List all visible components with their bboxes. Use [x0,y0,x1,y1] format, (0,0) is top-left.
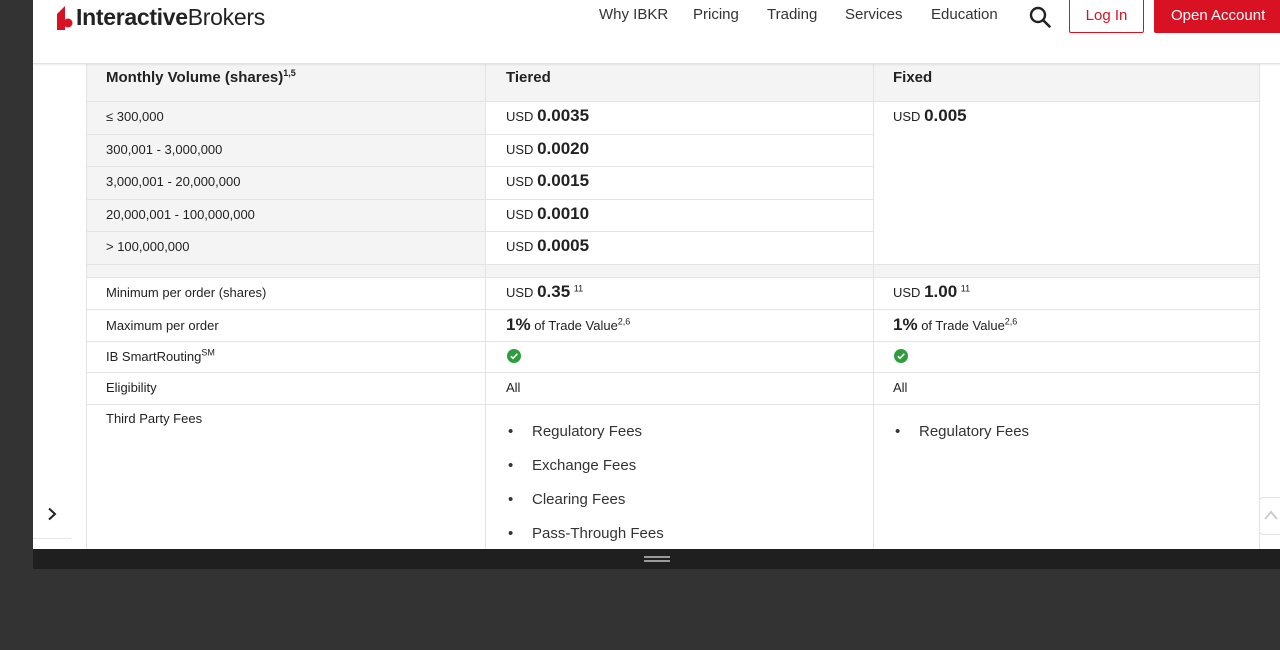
nav-services[interactable]: Services [845,6,903,28]
header-monthly-volume: Monthly Volume (shares)1,5 [106,68,296,87]
fixed-eligibility: All [893,380,908,395]
tiered-maximum: 1% of Trade Value2,6 [506,315,631,334]
smartrouting-label: IB SmartRoutingSM [106,347,215,364]
open-account-button[interactable]: Open Account [1154,0,1280,33]
search-icon[interactable] [1029,6,1051,28]
tier-rate: USD 0.0020 [506,139,590,158]
third-party-fees-label: Third Party Fees [106,411,203,426]
tier-rate: USD 0.0010 [506,204,590,223]
list-item: Exchange Fees [506,457,664,491]
fixed-maximum: 1% of Trade Value2,6 [893,315,1018,334]
list-item: Pass-Through Fees [506,525,664,549]
chevron-right-icon [48,507,57,521]
tiered-third-party-fees: Regulatory Fees Exchange Fees Clearing F… [506,423,664,549]
nav-pricing[interactable]: Pricing [693,6,739,28]
tier-range: 300,001 - 3,000,000 [106,142,223,157]
tier-range: 20,000,001 - 100,000,000 [106,207,255,222]
pricing-table: Monthly Volume (shares)1,5 Tiered Fixed … [86,64,1260,549]
eligibility-label: Eligibility [106,380,157,395]
login-button[interactable]: Log In [1069,0,1144,33]
tiered-eligibility: All [506,380,521,395]
list-item: Clearing Fees [506,491,664,525]
check-circle-icon [507,349,521,363]
scroll-to-top-button[interactable] [1259,497,1280,535]
tier-rate: USD 0.0035 [506,106,590,125]
header-tiered: Tiered [506,69,551,86]
tiered-smartrouting [507,349,521,366]
ib-logo-icon [57,6,73,30]
tier-rate: USD 0.0005 [506,236,590,255]
section-spacer [86,264,1260,277]
panel-resize-bar [33,549,1280,569]
tier-rate: USD 0.0015 [506,171,590,190]
minimum-per-order-label: Minimum per order (shares) [106,285,267,300]
list-item: Regulatory Fees [893,423,1029,457]
tier-range: ≤ 300,000 [106,109,164,124]
list-item: Regulatory Fees [506,423,664,457]
header-fixed: Fixed [893,69,933,86]
nav-why-ibkr[interactable]: Why IBKR [599,6,668,28]
fixed-smartrouting [894,349,908,366]
fixed-third-party-fees: Regulatory Fees [893,423,1029,457]
sidebar-toggle-button[interactable] [33,490,71,539]
browser-viewport: InteractiveBrokers Why IBKR Pricing Trad… [33,0,1280,549]
chevron-up-icon [1264,510,1278,520]
tiered-minimum: USD 0.35 11 [506,282,584,301]
nav-trading[interactable]: Trading [767,6,817,28]
brand-name: InteractiveBrokers [76,3,265,30]
fixed-rate: USD 0.005 [893,106,967,125]
nav-education[interactable]: Education [931,6,998,28]
brand-logo[interactable]: InteractiveBrokers [55,2,265,32]
maximum-per-order-label: Maximum per order [106,318,219,333]
tier-range: > 100,000,000 [106,239,190,254]
site-header: InteractiveBrokers Why IBKR Pricing Trad… [33,0,1280,64]
resize-grip-icon[interactable] [643,556,670,562]
fixed-minimum: USD 1.00 11 [893,282,971,301]
check-circle-icon [894,349,908,363]
tier-range: 3,000,001 - 20,000,000 [106,174,241,189]
